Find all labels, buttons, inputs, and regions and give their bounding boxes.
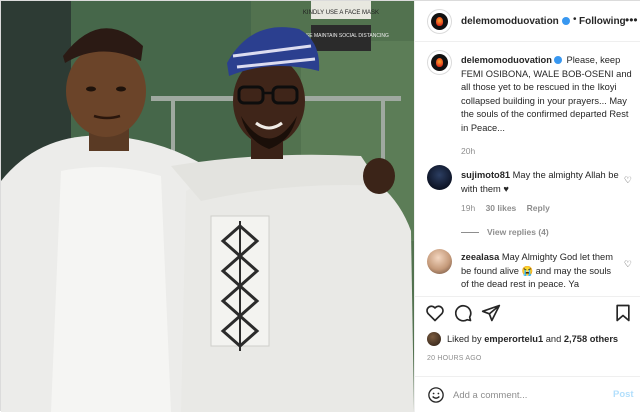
comment-text-block: zeealasa May Almighty God let them be fo… (461, 251, 621, 292)
comment-username[interactable]: sujimoto81 (461, 170, 510, 180)
bookmark-icon[interactable] (613, 303, 633, 323)
post-header: delemomoduovation • Following ••• (415, 1, 640, 42)
share-icon[interactable] (481, 303, 501, 323)
caption-meta: 20h (461, 146, 483, 156)
wall-sign-mask: KINDLY USE A FACE MASK (303, 1, 379, 19)
author-avatar[interactable] (427, 9, 452, 34)
post-timestamp[interactable]: 20 HOURS AGO (427, 355, 482, 362)
liked-by-others[interactable]: 2,758 others (564, 334, 618, 344)
caption-username[interactable]: delemomoduovation (461, 55, 552, 65)
post-photo[interactable]: KINDLY USE A FACE MASK PLEASE MAINTAIN S… (1, 1, 414, 412)
liked-by-prefix: Liked by (447, 334, 482, 344)
reply-button[interactable]: Reply (527, 203, 550, 213)
instagram-post: KINDLY USE A FACE MASK PLEASE MAINTAIN S… (0, 0, 640, 412)
liked-by-user[interactable]: emperortelu1 (484, 334, 543, 344)
comment-time[interactable]: 19h (461, 203, 475, 213)
liked-by-text: Liked by emperortelu1 and 2,758 others (447, 334, 618, 344)
author-username[interactable]: delemomoduovation (461, 16, 559, 27)
verified-badge-icon (553, 56, 562, 64)
comment-text-block: sujimoto81 May the almighty Allah be wit… (461, 169, 621, 196)
caption-text-block: delemomoduovation Please, keep FEMI OSIB… (461, 54, 634, 135)
more-options-icon[interactable]: ••• (625, 13, 638, 27)
commenter-avatar[interactable] (427, 249, 452, 274)
caption-time[interactable]: 20h (461, 146, 475, 156)
header-separator: • (573, 14, 577, 25)
comment-username[interactable]: zeealasa (461, 252, 499, 262)
following-button[interactable]: Following (579, 16, 626, 27)
svg-text:KINDLY USE A FACE MASK: KINDLY USE A FACE MASK (303, 10, 379, 16)
verified-badge-icon (562, 17, 570, 25)
comment-meta: 19h 30 likes Reply (461, 203, 558, 213)
comment-icon[interactable] (453, 303, 473, 323)
comment-like-heart-icon[interactable]: ♡ (624, 175, 632, 186)
caption-text: Please, keep FEMI OSIBONA, WALE BOB-OSEN… (461, 55, 632, 133)
post-side-panel: delemomoduovation • Following ••• delemo… (414, 1, 640, 412)
view-replies-button[interactable]: View replies (4) (461, 227, 549, 237)
commenter-avatar[interactable] (427, 165, 452, 190)
liker-avatar[interactable] (427, 332, 441, 346)
comments-list[interactable]: delemomoduovation Please, keep FEMI OSIB… (415, 42, 640, 296)
emoji-icon[interactable] (427, 386, 445, 404)
comment-likes[interactable]: 30 likes (486, 203, 517, 213)
photo-illustration: KINDLY USE A FACE MASK PLEASE MAINTAIN S… (1, 1, 414, 412)
comment-input[interactable] (453, 385, 603, 405)
caption-avatar[interactable] (427, 50, 452, 75)
like-heart-icon[interactable] (425, 303, 445, 323)
post-actions: Liked by emperortelu1 and 2,758 others 2… (415, 296, 640, 376)
comment-like-heart-icon[interactable]: ♡ (624, 259, 632, 270)
liked-by-and: and (545, 334, 562, 344)
add-comment-bar: Post (415, 376, 640, 412)
post-comment-button[interactable]: Post (613, 389, 634, 400)
